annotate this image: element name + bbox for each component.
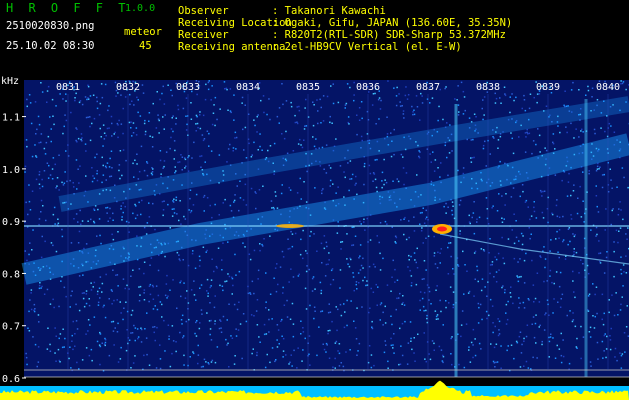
meteor-label: meteor xyxy=(124,26,162,38)
y-tick-label: 1.1 xyxy=(2,113,20,124)
y-tick-label: 0.9 xyxy=(2,217,20,228)
time-tick-label: 0832 xyxy=(116,82,140,93)
receiver-value: : R820T2(RTL-SDR) SDR-Sharp 53.372MHz xyxy=(272,29,506,41)
antenna-label: Receiving antenna xyxy=(178,41,286,53)
time-tick-label: 0836 xyxy=(356,82,380,93)
image-datetime: 25.10.02 08:30 xyxy=(6,40,95,52)
y-tick-label: 0.6 xyxy=(2,374,20,385)
location-value: : Ogaki, Gifu, JAPAN (136.60E, 35.35N) xyxy=(272,17,513,29)
app-version: 1.0.0 xyxy=(125,3,156,14)
y-tick-label: 1.0 xyxy=(2,165,20,176)
receiver-label: Receiver xyxy=(178,29,229,41)
meteor-spot xyxy=(276,224,304,228)
y-tick-label: 0.8 xyxy=(2,269,20,280)
spectrogram-plot: kHz 1.1 1.0 0.9 0.8 0.7 0.6 0831 0832 0833 0834 0… xyxy=(0,74,629,400)
time-tick-label: 0838 xyxy=(476,82,500,93)
app-title: H R O F F T xyxy=(6,1,130,15)
observer-value: : Takanori Kawachi xyxy=(272,5,386,17)
time-tick-label: 0834 xyxy=(236,82,260,93)
time-tick-label: 0840 xyxy=(596,82,620,93)
time-tick-label: 0839 xyxy=(536,82,560,93)
time-tick-label: 0837 xyxy=(416,82,440,93)
observer-label: Observer xyxy=(178,5,229,17)
meteor-count: 45 xyxy=(139,40,152,52)
time-tick-label: 0833 xyxy=(176,82,200,93)
image-filename: 2510020830.png xyxy=(6,20,95,32)
time-tick-label: 0835 xyxy=(296,82,320,93)
y-tick-label: 0.7 xyxy=(2,322,20,333)
y-axis-unit: kHz xyxy=(1,76,19,87)
antenna-value: : 2el-HB9CV Vertical (el. E-W) xyxy=(272,41,462,53)
header-panel: H R O F F T 1.0.0 2510020830.png 25.10.0… xyxy=(0,0,629,74)
time-tick-label: 0831 xyxy=(56,82,80,93)
